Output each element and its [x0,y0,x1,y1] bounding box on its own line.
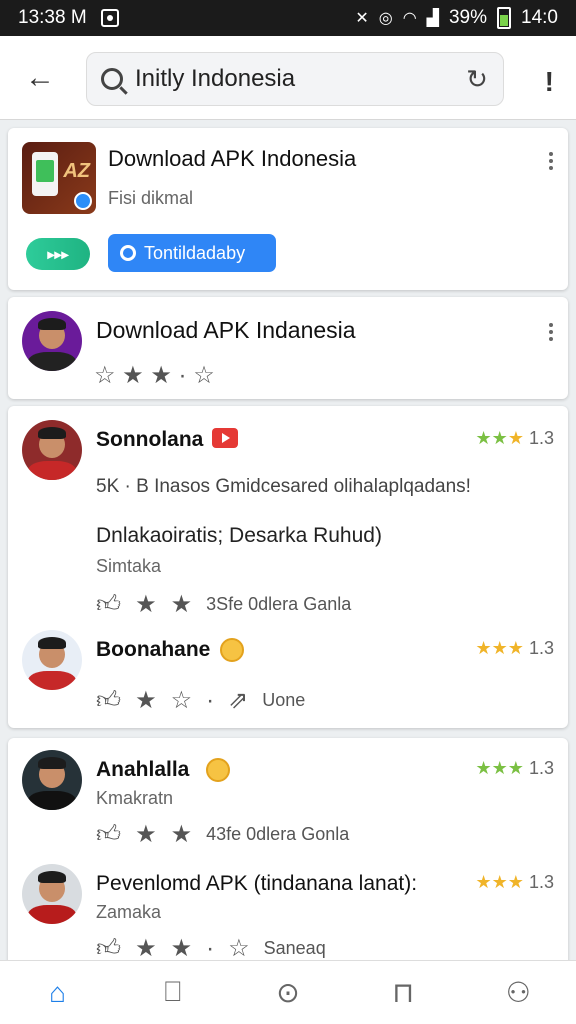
star-half-icon[interactable]: ☆ [171,686,193,715]
more-icon[interactable]: ! [545,66,554,98]
review-sub: Kmakratn [96,788,174,808]
actions-text: Uone [262,690,306,710]
status-clock: 14:0 [521,7,558,28]
rating-badge: ★★★ 1.3 [475,872,554,892]
signal-icon: ▟ [426,10,439,27]
app-subtitle: Fisi dikmal [108,188,194,208]
rating-stars[interactable]: ☆ ★ ★ · ☆ [94,361,215,390]
inbox-icon[interactable]: ⊓ [379,969,427,1017]
like-icon[interactable]: 👍︎ [96,821,121,849]
download-circle-icon [120,245,136,261]
rating-badge: ★★★ 1.3 [475,428,554,448]
review-sub: Simtaka [96,556,162,576]
app-title[interactable]: Download APK Indonesia [108,146,356,172]
download-button-label: Tontildadaby [144,242,246,263]
bottom-navigation: ⌂ ⎕ ⊙ ⊓ ⚇ [0,960,576,1024]
overflow-menu-icon[interactable] [548,323,554,341]
app-card[interactable]: AZ Download APK Indonesia Fisi dikmal ▸▸… [8,128,568,290]
star-outline-icon[interactable]: ☆ [228,934,250,963]
review-actions: 👍︎ ★ ☆ · ⇗ Uone [96,686,305,715]
review-sub: Zamaka [96,902,162,922]
like-icon[interactable]: 👍︎ [96,935,121,963]
review-card: Sonnolana ★★★ 1.3 5K · B Inasos Gmidcesa… [8,406,568,728]
status-bar: 13:38 M ✕ ◎ ◠ ▟ 39% 14:0 [0,0,576,36]
avatar[interactable] [22,420,82,480]
star-icon[interactable]: ★ [171,934,193,963]
avatar[interactable] [22,750,82,810]
home-icon[interactable]: ⌂ [34,969,82,1017]
star-icon[interactable]: ★ [135,934,157,963]
mute-icon: ✕ [355,10,369,27]
battery-icon [497,7,512,29]
app-title[interactable]: Download APK Indanesia [96,317,356,344]
search-box[interactable]: Initly Indonesia ↻ [86,52,504,106]
like-icon[interactable]: 👍︎ [96,591,121,619]
rating-badge: ★★★ 1.3 [475,758,554,778]
wifi-icon: ◠ [402,10,417,27]
youtube-icon [212,428,238,448]
alarm-icon: ◎ [378,10,393,27]
rating-badge: ★★★ 1.3 [475,638,554,658]
app-card[interactable]: Download APK Indanesia ☆ ★ ★ · ☆ [8,297,568,399]
top-app-bar: ← Initly Indonesia ↻ ! [0,36,576,120]
star-icon[interactable]: ★ [171,820,193,849]
battery-percent: 39% [448,7,488,28]
stats-line: 5K · B Inasos Gmidcesared olihalaplqadan… [96,476,471,497]
review-actions: 👍︎ ★ ★ 43fe 0dlera Gonla [96,820,349,849]
actions-text: Saneaq [263,938,326,958]
avatar [22,311,82,371]
back-arrow-icon[interactable]: ← [20,58,60,98]
search-input[interactable]: Initly Indonesia [135,65,465,93]
app-icon: AZ [22,142,96,214]
search-icon [101,68,123,90]
play-button[interactable]: ▸▸▸ [26,238,90,270]
share-icon[interactable]: ⇗ [228,686,248,715]
download-button[interactable]: Tontildadaby [108,234,276,272]
smile-emoji-icon [220,638,244,662]
compass-icon[interactable]: ⊙ [264,969,312,1017]
actions-text: 3Sfe 0dlera Ganla [206,594,352,614]
dot-separator: · [206,934,215,962]
reviewer-name[interactable]: Boonahane [96,638,210,662]
dot-separator: · [206,686,215,714]
avatar[interactable] [22,630,82,690]
review-actions: 👍︎ ★ ★ · ☆ Saneaq [96,934,326,963]
profile-icon[interactable]: ⚇ [494,969,542,1017]
refresh-icon[interactable]: ↻ [465,66,489,92]
star-icon[interactable]: ★ [135,590,157,619]
bookmark-icon[interactable]: ⎕ [149,969,197,1017]
emoji-icon [206,758,230,782]
like-icon[interactable]: 👍︎ [96,687,121,715]
star-icon[interactable]: ★ [135,820,157,849]
review-text: Dnlakaoiratis; Desarka Ruhud) [96,524,382,547]
overflow-menu-icon[interactable] [548,152,554,170]
star-icon[interactable]: ★ [171,590,193,619]
reviewer-name[interactable]: Pevenlomd APK (tindanana lanat): [96,872,417,896]
status-time: 13:38 M [18,7,87,28]
star-icon[interactable]: ★ [135,686,157,715]
reviewer-name[interactable]: Sonnolana [96,428,203,452]
review-card: Anahlalla ★★★ 1.3 Kmakratn 👍︎ ★ ★ 43fe 0… [8,738,568,968]
review-actions: 👍︎ ★ ★ 3Sfe 0dlera Ganla [96,590,351,619]
actions-text: 43fe 0dlera Gonla [206,824,350,844]
avatar[interactable] [22,864,82,924]
screenshot-icon [100,9,119,27]
reviewer-name[interactable]: Anahlalla [96,758,189,782]
